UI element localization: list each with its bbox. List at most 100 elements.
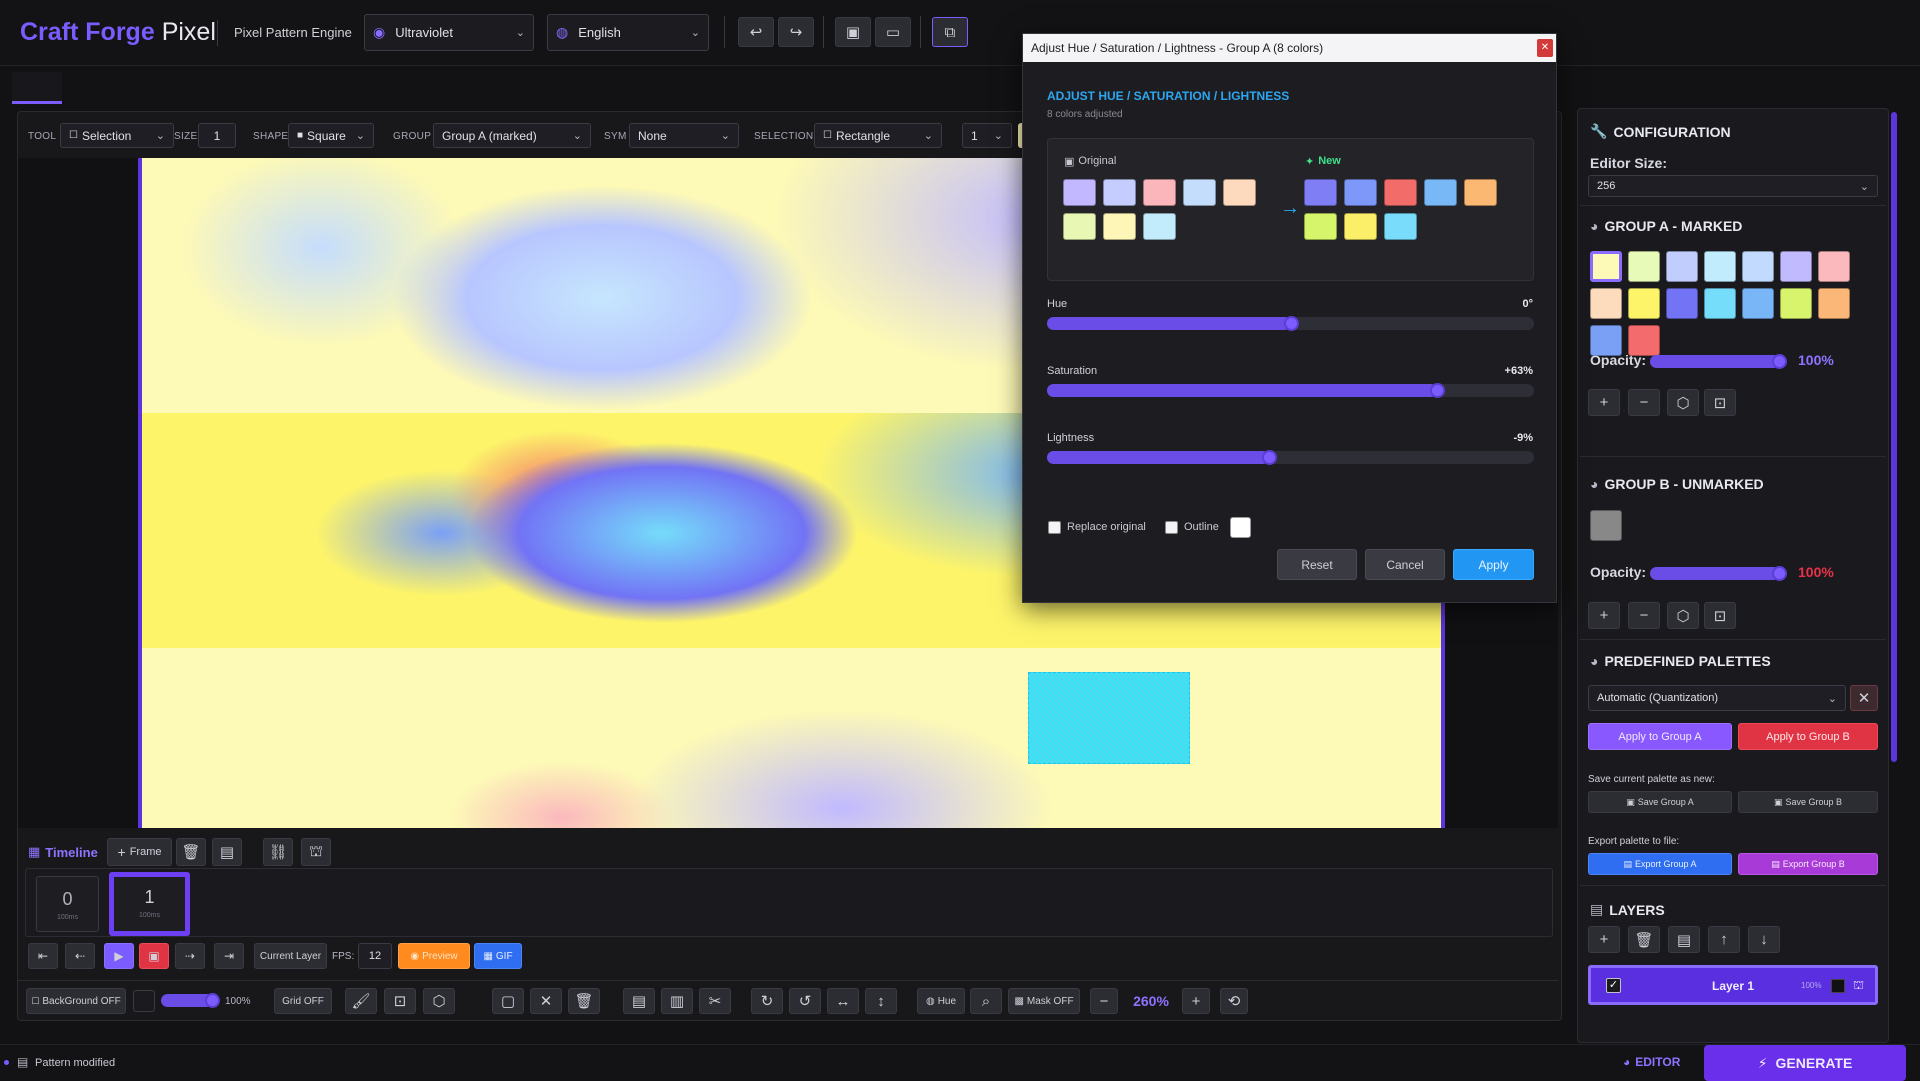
grid-toggle-button[interactable]: Grid OFF — [274, 988, 332, 1014]
layer-color-swatch[interactable] — [1831, 979, 1845, 993]
gif-button[interactable]: ▦ GIF — [474, 943, 522, 969]
color-swatch[interactable] — [1818, 288, 1850, 319]
group-a-remove-button[interactable]: − — [1628, 389, 1660, 416]
sidebar-scrollbar[interactable] — [1891, 112, 1897, 762]
paste-button[interactable]: ▥ — [661, 988, 693, 1014]
group-b-fill-button[interactable]: ⊡ — [1704, 602, 1736, 629]
color-swatch[interactable] — [1704, 288, 1736, 319]
outline-color-swatch[interactable] — [1230, 517, 1251, 538]
layer-row[interactable]: ✓ Layer 1 100% ⛫ — [1588, 965, 1878, 1005]
color-swatch[interactable] — [1742, 251, 1774, 282]
zoom-in-button[interactable]: + — [1182, 988, 1210, 1014]
save-group-b-button[interactable]: ▣ Save Group B — [1738, 791, 1878, 813]
redo-button[interactable]: ↪ — [778, 17, 814, 47]
duplicate-frame-button[interactable]: ▤ — [212, 838, 242, 866]
color-swatch[interactable] — [1590, 510, 1622, 541]
cancel-button[interactable]: Cancel — [1365, 549, 1445, 580]
language-select[interactable]: ◍ English ⌄ — [547, 14, 709, 51]
color-swatch[interactable] — [1704, 251, 1736, 282]
selection-marquee[interactable] — [1028, 672, 1190, 764]
group-a-add-button[interactable]: + — [1588, 389, 1620, 416]
open-button[interactable]: ▭ — [875, 17, 911, 47]
brush-button[interactable]: 🖌 — [345, 988, 377, 1014]
apply-group-a-button[interactable]: Apply to Group A — [1588, 723, 1732, 750]
cut-button[interactable]: ✂ — [699, 988, 731, 1014]
export-group-a-button[interactable]: ▤ Export Group A — [1588, 853, 1732, 875]
color-swatch[interactable] — [1742, 288, 1774, 319]
color-swatch[interactable] — [1780, 288, 1812, 319]
delete-frame-button[interactable]: 🗑 — [176, 838, 206, 866]
color-swatch[interactable] — [1628, 288, 1660, 319]
rotate-ccw-button[interactable]: ↺ — [789, 988, 821, 1014]
selection-select[interactable]: ☐ Rectangle ⌄ — [814, 123, 942, 148]
save-button[interactable]: ▣ — [835, 17, 871, 47]
color-swatch[interactable] — [1590, 251, 1622, 282]
save-group-a-button[interactable]: ▣ Save Group A — [1588, 791, 1732, 813]
first-frame-button[interactable]: ⇤ — [28, 943, 58, 969]
layer-down-button[interactable]: ↓ — [1748, 926, 1780, 953]
shape-select[interactable]: ■ Square ⌄ — [288, 123, 374, 148]
palette-select[interactable]: Automatic (Quantization) ⌄ — [1588, 685, 1846, 711]
reset-button[interactable]: Reset — [1277, 549, 1357, 580]
lock-icon[interactable]: ⛫ — [1853, 978, 1864, 994]
apply-group-b-button[interactable]: Apply to Group B — [1738, 723, 1878, 750]
zoom-out-button[interactable]: − — [1090, 988, 1118, 1014]
extra-select[interactable]: 1 ⌄ — [962, 123, 1012, 148]
replace-original-checkbox[interactable] — [1048, 521, 1061, 534]
theme-select[interactable]: ◉ Ultraviolet ⌄ — [364, 14, 534, 51]
color-swatch[interactable] — [1780, 251, 1812, 282]
lock-frame-button[interactable]: ⛫ — [301, 838, 331, 866]
next-frame-button[interactable]: ⇢ — [175, 943, 205, 969]
background-toggle-button[interactable]: ☐ BackGround OFF — [26, 988, 126, 1014]
group-b-remove-button[interactable]: − — [1628, 602, 1660, 629]
fps-input[interactable]: 12 — [358, 943, 392, 969]
tool-select[interactable]: ☐ Selection ⌄ — [60, 123, 174, 148]
flip-v-button[interactable]: ↕ — [865, 988, 897, 1014]
background-opacity-slider[interactable] — [161, 993, 220, 1008]
add-frame-button[interactable]: + Frame — [107, 838, 172, 866]
group-a-fill-button[interactable]: ⊡ — [1704, 389, 1736, 416]
slider-knob[interactable] — [1772, 566, 1787, 581]
add-layer-button[interactable]: + — [1588, 926, 1620, 953]
last-frame-button[interactable]: ⇥ — [214, 943, 244, 969]
editor-size-select[interactable]: 256 ⌄ — [1588, 175, 1878, 197]
flip-h-button[interactable]: ↔ — [827, 988, 859, 1014]
layer-up-button[interactable]: ↑ — [1708, 926, 1740, 953]
hue-slider[interactable] — [1047, 316, 1534, 331]
clear-button[interactable]: ✕ — [530, 988, 562, 1014]
rotate-cw-button[interactable]: ↻ — [751, 988, 783, 1014]
outline-checkbox[interactable] — [1165, 521, 1178, 534]
color-swatch[interactable] — [1818, 251, 1850, 282]
color-swatch[interactable] — [1628, 251, 1660, 282]
frame-select-button[interactable]: ▢ — [492, 988, 524, 1014]
color-swatch[interactable] — [1666, 251, 1698, 282]
undo-button[interactable]: ↩ — [738, 17, 774, 47]
frame-thumb-active[interactable]: 1 100ms — [109, 872, 190, 936]
mask-toggle-button[interactable]: ▩ Mask OFF — [1008, 988, 1080, 1014]
prev-frame-button[interactable]: ⇠ — [65, 943, 95, 969]
group-b-opacity-slider[interactable] — [1650, 566, 1787, 581]
editor-mode-button[interactable]: ◕ EDITOR — [1623, 1055, 1680, 1069]
palette-clear-button[interactable]: ✕ — [1850, 685, 1878, 711]
symmetry-select[interactable]: None ⌄ — [629, 123, 739, 148]
slider-knob[interactable] — [1772, 354, 1787, 369]
lightness-slider[interactable] — [1047, 450, 1534, 465]
fill-button[interactable]: ⊡ — [384, 988, 416, 1014]
color-swatch[interactable] — [1666, 288, 1698, 319]
size-input[interactable]: 1 — [198, 123, 236, 148]
group-select[interactable]: Group A (marked) ⌄ — [433, 123, 591, 148]
group-b-cube-button[interactable]: ⬡ — [1667, 602, 1699, 629]
duplicate-layer-button[interactable]: ▤ — [1668, 926, 1700, 953]
generate-button[interactable]: ⚡ GENERATE — [1704, 1045, 1906, 1081]
saturation-slider[interactable] — [1047, 383, 1534, 398]
group-a-cube-button[interactable]: ⬡ — [1667, 389, 1699, 416]
current-layer-button[interactable]: Current Layer — [254, 943, 327, 969]
onion-skin-button[interactable]: ⛓ — [263, 838, 293, 866]
group-b-add-button[interactable]: + — [1588, 602, 1620, 629]
hue-slider-knob[interactable] — [1283, 316, 1299, 331]
delete-layer-button[interactable]: 🗑 — [1628, 926, 1660, 953]
tab-active[interactable] — [12, 72, 62, 104]
window-toggle-button[interactable]: ⧉ — [932, 17, 968, 47]
dialog-close-button[interactable]: ✕ — [1537, 39, 1553, 57]
group-a-opacity-slider[interactable] — [1650, 354, 1787, 369]
